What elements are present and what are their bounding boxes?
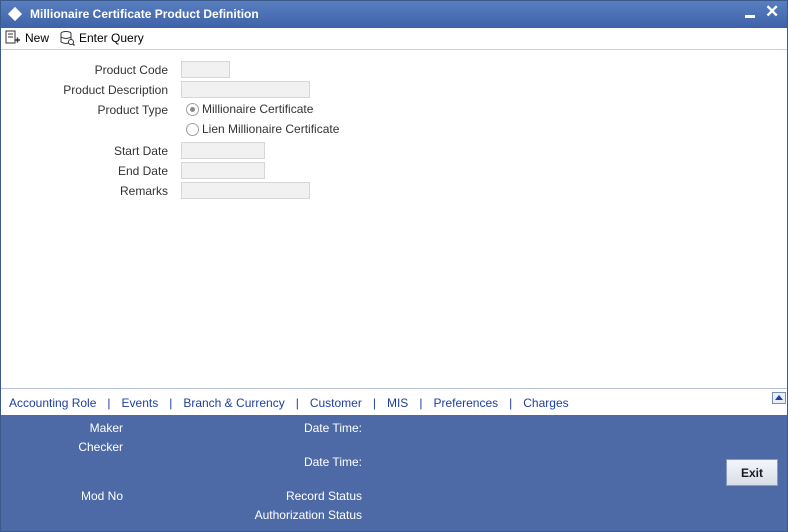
remarks-input[interactable]: [181, 182, 310, 199]
app-diamond-icon: [7, 6, 23, 22]
remarks-label: Remarks: [119, 184, 168, 198]
enter-query-button[interactable]: Enter Query: [59, 29, 144, 47]
product-code-input[interactable]: [181, 61, 230, 78]
tab-separator: |: [107, 396, 111, 410]
mod-no-label: Mod No: [80, 489, 123, 503]
tab-customer[interactable]: Customer: [310, 396, 362, 410]
product-type-millionaire-option[interactable]: Millionaire Certificate: [186, 102, 313, 116]
checker-label: Checker: [78, 440, 123, 454]
radio-label: Lien Millionaire Certificate: [202, 122, 340, 136]
tab-accounting-role[interactable]: Accounting Role: [9, 396, 96, 410]
product-description-input[interactable]: [181, 81, 310, 98]
product-type-lien-option[interactable]: Lien Millionaire Certificate: [186, 122, 339, 136]
radio-label: Millionaire Certificate: [202, 102, 314, 116]
tab-separator: |: [509, 396, 513, 410]
record-status-label: Record Status: [285, 489, 362, 503]
product-description-label: Product Description: [63, 83, 168, 97]
tab-branch-currency[interactable]: Branch & Currency: [183, 396, 284, 410]
audit-footer: Maker Checker Date Time: Date Time: Mod …: [1, 415, 787, 531]
exit-button[interactable]: Exit: [726, 459, 778, 486]
tab-separator: |: [419, 396, 423, 410]
maker-label: Maker: [89, 421, 123, 435]
tab-separator: |: [372, 396, 376, 410]
title-bar[interactable]: Millionaire Certificate Product Definiti…: [1, 1, 787, 28]
tabs-bar: Accounting Role | Events | Branch & Curr…: [1, 388, 787, 415]
maker-date-time-label: Date Time:: [303, 421, 362, 435]
tab-events[interactable]: Events: [122, 396, 159, 410]
enter-query-label: Enter Query: [79, 31, 144, 45]
checker-date-time-label: Date Time:: [303, 455, 362, 469]
enter-query-icon: [60, 31, 75, 46]
tab-charges[interactable]: Charges: [523, 396, 568, 410]
authorization-status-label: Authorization Status: [254, 508, 362, 522]
collapse-up-icon[interactable]: [772, 392, 786, 404]
close-icon[interactable]: ✕: [765, 2, 779, 22]
radio-selected-icon[interactable]: [186, 102, 199, 116]
tab-preferences[interactable]: Preferences: [433, 396, 498, 410]
new-button-label: New: [25, 31, 50, 45]
start-date-label: Start Date: [113, 144, 168, 158]
tab-mis[interactable]: MIS: [387, 396, 408, 410]
new-document-icon: [5, 30, 20, 44]
window-title: Millionaire Certificate Product Definiti…: [30, 7, 259, 21]
radio-unselected-icon[interactable]: [186, 122, 199, 136]
end-date-input[interactable]: [181, 162, 265, 179]
product-type-label: Product Type: [97, 103, 169, 117]
start-date-input[interactable]: [181, 142, 265, 159]
tab-separator: |: [295, 396, 299, 410]
toolbar: New Enter Query: [1, 28, 787, 50]
product-code-label: Product Code: [94, 63, 168, 77]
minimize-icon[interactable]: [745, 15, 755, 18]
tab-list: Accounting Role | Events | Branch & Curr…: [9, 396, 569, 410]
new-button[interactable]: New: [5, 29, 49, 47]
product-definition-window: Millionaire Certificate Product Definiti…: [0, 0, 788, 532]
tab-separator: |: [169, 396, 173, 410]
end-date-label: End Date: [117, 164, 168, 178]
